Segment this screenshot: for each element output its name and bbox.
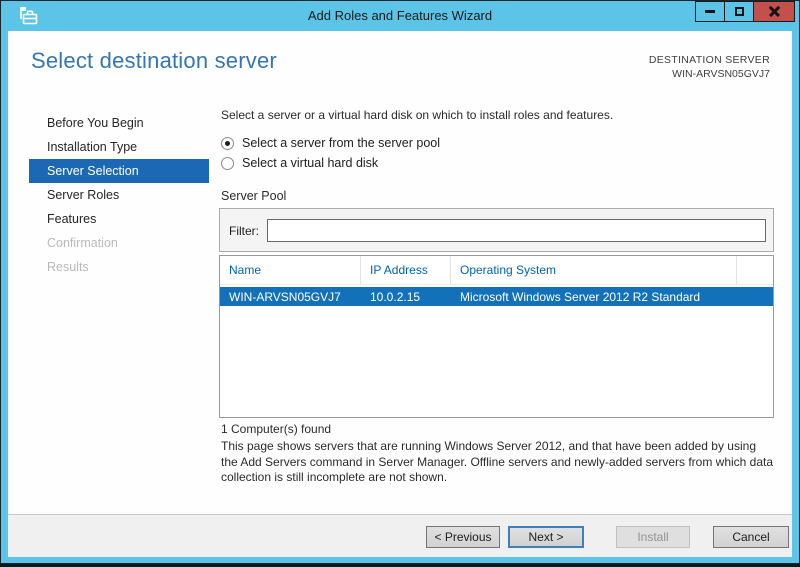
column-header-stub [737, 256, 773, 284]
destination-server-name: WIN-ARVSN05GVJ7 [672, 68, 770, 80]
column-header-ip-address[interactable]: IP Address [361, 256, 451, 284]
page-title: Select destination server [31, 48, 277, 73]
destination-server-label: DESTINATION SERVER [648, 54, 770, 66]
radio-button-icon[interactable] [221, 156, 234, 170]
column-header-operating-system[interactable]: Operating System [451, 256, 737, 284]
radio-label: Select a virtual hard disk [242, 156, 379, 170]
sidebar-item-before-you-begin[interactable]: Before You Begin [29, 111, 209, 135]
titlebar: Add Roles and Features Wizard [1, 1, 799, 31]
minimize-icon [705, 10, 715, 13]
maximize-icon [734, 7, 744, 16]
sidebar-item-results: Results [47, 260, 89, 274]
sidebar-item-server-roles[interactable]: Server Roles [29, 183, 209, 207]
filter-label: Filter: [229, 224, 259, 238]
column-header-name[interactable]: Name [220, 256, 361, 284]
instruction-text: Select a server or a virtual hard disk o… [221, 108, 614, 122]
maximize-button[interactable] [724, 1, 754, 22]
wizard-footer: < Previous Next > Install Cancel [8, 514, 792, 557]
cell-server-name: WIN-ARVSN05GVJ7 [229, 289, 341, 304]
radio-select-vhd[interactable]: Select a virtual hard disk [221, 154, 378, 172]
cell-operating-system: Microsoft Windows Server 2012 R2 Standar… [460, 289, 701, 304]
radio-label: Select a server from the server pool [242, 136, 440, 150]
wizard-window: Add Roles and Features Wizard Select des… [0, 0, 800, 564]
previous-button[interactable]: < Previous [426, 526, 500, 548]
close-icon [768, 5, 781, 18]
server-pool-table: Name IP Address Operating System WIN-ARV… [219, 255, 774, 418]
sidebar-item-features[interactable]: Features [29, 207, 209, 231]
sidebar-item-confirmation: Confirmation [47, 236, 118, 250]
window-controls [695, 1, 795, 22]
next-button[interactable]: Next > [508, 526, 584, 548]
minimize-button[interactable] [695, 1, 725, 22]
filter-group: Filter: [219, 208, 774, 252]
radio-select-server-pool[interactable]: Select a server from the server pool [221, 134, 440, 152]
table-row-selected[interactable]: WIN-ARVSN05GVJ7 10.0.2.15 Microsoft Wind… [220, 287, 773, 306]
computers-found-text: 1 Computer(s) found [221, 422, 332, 436]
install-button: Install [616, 526, 690, 548]
wizard-content: Select destination server DESTINATION SE… [8, 31, 792, 557]
wizard-steps-sidebar: Before You Begin Installation Type Serve… [29, 111, 209, 279]
close-button[interactable] [753, 1, 795, 22]
destination-server-block: DESTINATION SERVER WIN-ARVSN05GVJ7 [649, 54, 770, 80]
cell-ip-address: 10.0.2.15 [370, 289, 421, 304]
server-pool-title: Server Pool [221, 189, 287, 203]
window-title: Add Roles and Features Wizard [307, 8, 493, 23]
table-header-row: Name IP Address Operating System [220, 256, 773, 285]
cancel-button[interactable]: Cancel [713, 526, 789, 548]
sidebar-item-server-selection[interactable]: Server Selection [29, 159, 209, 183]
page-description: This page shows servers that are running… [221, 439, 774, 485]
radio-button-icon[interactable] [221, 136, 234, 150]
filter-input[interactable] [267, 219, 766, 242]
sidebar-item-installation-type[interactable]: Installation Type [29, 135, 209, 159]
